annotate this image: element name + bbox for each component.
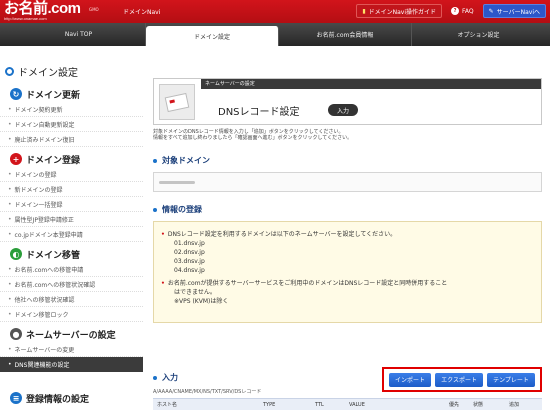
section-title: ドメイン登録 <box>26 155 81 166</box>
sidebar-item-new-domain[interactable]: 新ドメインの登録 <box>0 182 143 197</box>
export-button[interactable]: エクスポート <box>435 372 483 387</box>
bullet-icon <box>153 375 157 380</box>
sidebar-section-renew: ↻ ドメイン更新 <box>0 86 143 102</box>
refresh-icon: ↻ <box>10 88 22 100</box>
sidebar-section-transfer: ◐ ドメイン移管 <box>0 246 143 262</box>
section-title: 登録情報の設定 <box>26 394 90 405</box>
sidebar-section-register: + ドメイン登録 <box>0 151 143 167</box>
col-add: 追加 <box>509 402 520 408</box>
sidebar-item-transfer-lock[interactable]: ドメイン移管ロック <box>0 307 143 322</box>
col-type: TYPE <box>263 401 276 408</box>
sidebar: ↻ ドメイン更新 ドメイン契約更新 ドメイン自動更新設定 廃止済みドメイン復旧 … <box>0 82 143 372</box>
sidebar-item-nameserver-change[interactable]: ネームサーバーの変更 <box>0 342 143 357</box>
sidebar-item-restore[interactable]: 廃止済みドメイン復旧 <box>0 132 143 147</box>
page-title-text: ドメイン設定 <box>18 68 78 79</box>
col-value: VALUE <box>349 401 365 408</box>
logo-text: お名前.com <box>4 0 81 17</box>
sidebar-section-nameserver: ● ネームサーバーの設定 <box>0 326 143 342</box>
col-ttl: TTL <box>315 401 324 408</box>
import-button[interactable]: インポート <box>389 372 432 387</box>
page-title: ドメイン設定 <box>5 64 78 79</box>
person-icon: ● <box>10 328 22 340</box>
sidebar-item-transfer-status[interactable]: お名前.comへの移管状況確認 <box>0 277 143 292</box>
onamae-logo[interactable]: お名前.com http://www.onamae.com <box>4 1 81 21</box>
sidebar-item-bulk-register[interactable]: ドメイン一括登録 <box>0 197 143 212</box>
sidebar-item-transfer-apply[interactable]: お名前.comへの移管申請 <box>0 262 143 277</box>
circle-icon <box>5 67 14 76</box>
sidebar-item-jp-fix[interactable]: 属性型JP登録申請修正 <box>0 212 143 227</box>
gmo-tag: GMO <box>89 7 99 12</box>
template-button[interactable]: テンプレート <box>487 372 535 387</box>
plus-icon: + <box>10 153 22 165</box>
section-title: ネームサーバーの設定 <box>26 330 116 341</box>
col-status: 状態 <box>473 402 484 408</box>
sidebar-item-cojp[interactable]: co.jpドメイン本登録申請 <box>0 227 143 242</box>
globe-icon: ◐ <box>10 248 22 260</box>
sidebar-item-register[interactable]: ドメインの登録 <box>0 167 143 182</box>
record-types: A/AAAA/CNAME/MX/NS/TXT/SRV/DSレコード <box>153 389 262 395</box>
table-header: ホスト名 TYPE TTL VALUE 優先 状態 追加 <box>153 398 542 410</box>
sidebar-section-registration-info: ≡ 登録情報の設定 <box>0 390 143 406</box>
col-host: ホスト名 <box>157 402 178 408</box>
tab-navi-top[interactable]: Navi TOP <box>12 23 146 46</box>
sidebar-item-renew-contract[interactable]: ドメイン契約更新 <box>0 102 143 117</box>
input-section: 入力 A/AAAA/CNAME/MX/NS/TXT/SRV/DSレコード インポ… <box>153 0 542 410</box>
sidebar-item-transfer-other[interactable]: 他社への移管状況確認 <box>0 292 143 307</box>
sidebar-item-auto-renew[interactable]: ドメイン自動更新設定 <box>0 117 143 132</box>
input-heading: 入力 <box>153 372 178 383</box>
section-title: ドメイン移管 <box>26 250 81 261</box>
action-button-group: インポート エクスポート テンプレート <box>382 367 542 392</box>
sidebar-item-dns-settings[interactable]: DNS関連機能の設定 <box>0 357 143 372</box>
section-title: ドメイン更新 <box>26 90 81 101</box>
col-priority: 優先 <box>449 402 460 408</box>
document-icon: ≡ <box>10 392 22 404</box>
